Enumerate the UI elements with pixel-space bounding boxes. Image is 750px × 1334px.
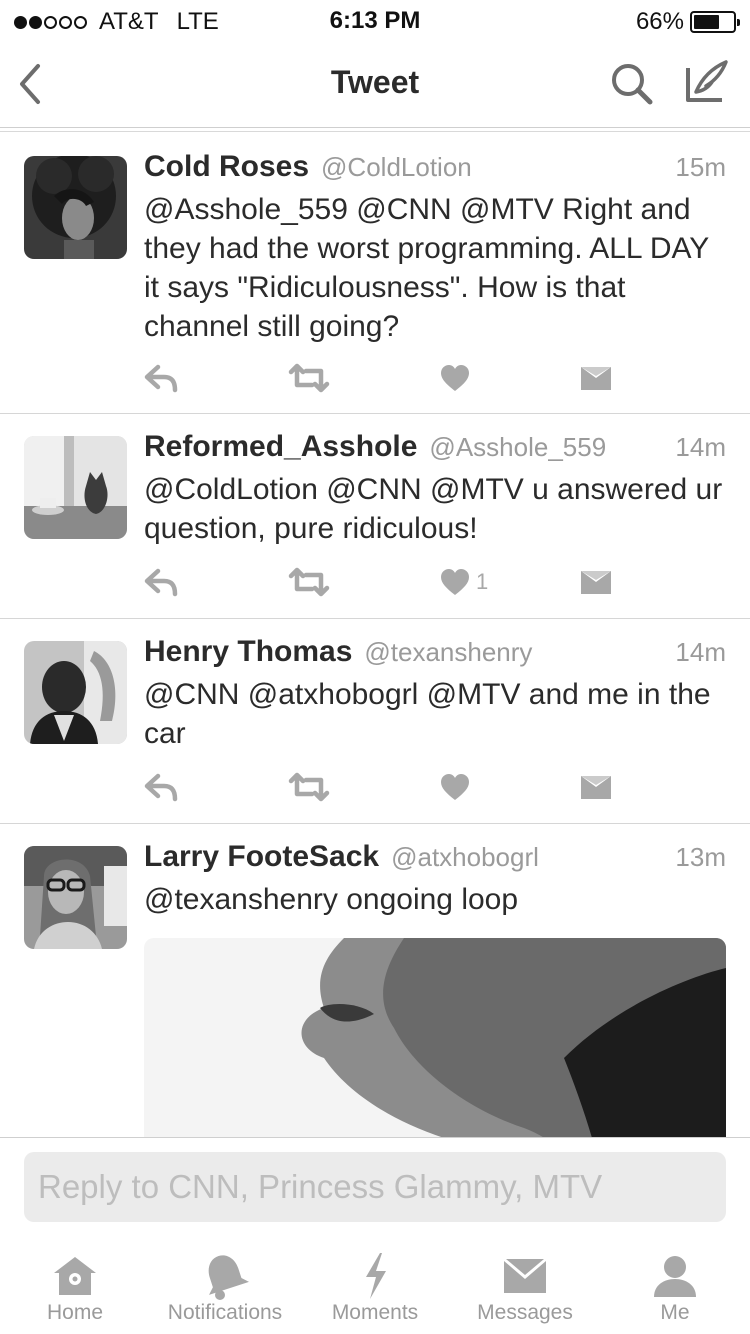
avatar[interactable] [24,846,127,949]
direct-message-button[interactable] [580,358,612,398]
tweet-media-image[interactable] [144,938,726,1138]
back-chevron-icon [20,64,40,104]
tweet-header: Henry Thomas @texanshenry 14m [144,635,726,675]
tweet-actions [144,767,624,807]
tweet-time: 15m [675,152,726,182]
person-icon [654,1256,696,1297]
user-name[interactable]: Reformed_Asshole [144,430,417,464]
envelope-icon [581,776,611,799]
reply-button[interactable] [144,562,178,602]
search-icon [612,64,653,105]
retweet-icon [288,363,330,393]
like-button[interactable] [440,358,476,398]
tab-label: Me [660,1301,690,1324]
heart-icon [441,774,469,800]
battery-icon [690,11,740,33]
tweet-header: Larry FooteSack @atxhobogrl 13m [144,840,726,880]
tweet-body: Cold Roses @ColdLotion 15m @Asshole_559 … [144,150,726,346]
tweet-body: Henry Thomas @texanshenry 14m @CNN @atxh… [144,635,726,753]
status-right: 66% [635,8,740,36]
envelope-icon [504,1259,546,1293]
user-name[interactable]: Cold Roses [144,150,309,184]
tweet-body: Larry FooteSack @atxhobogrl 13m @texansh… [144,840,726,919]
tweet-header: Cold Roses @ColdLotion 15m [144,150,726,190]
compose-icon [686,60,728,102]
search-button[interactable] [608,60,656,108]
user-handle[interactable]: @texanshenry [364,637,532,668]
tweet-time: 13m [675,842,726,872]
tweet-text: @CNN @atxhobogrl @MTV and me in the car [144,678,711,750]
reply-button[interactable] [144,358,178,398]
retweet-button[interactable] [288,767,330,807]
tab-moments[interactable]: Moments [322,1241,428,1334]
tweet-body: Reformed_Asshole @Asshole_559 14m @ColdL… [144,430,726,548]
tab-me[interactable]: Me [640,1241,710,1334]
user-handle[interactable]: @ColdLotion [321,152,472,183]
direct-message-button[interactable] [580,562,612,602]
reply-icon [144,773,178,802]
battery-percent: 66% [635,8,684,35]
avatar[interactable] [24,641,127,744]
like-button[interactable] [440,767,476,807]
tweet[interactable]: Larry FooteSack @atxhobogrl 13m @texansh… [0,824,750,1138]
tweet-time: 14m [675,432,726,462]
lightning-icon [366,1253,386,1299]
tab-home[interactable]: Home [36,1241,114,1334]
envelope-icon [581,367,611,390]
user-name[interactable]: Larry FooteSack [144,840,379,874]
conversation-timeline[interactable]: Cold Roses @ColdLotion 15m @Asshole_559 … [0,134,750,1138]
tab-label: Messages [477,1301,573,1324]
retweet-icon [288,772,330,802]
reply-icon [144,364,178,393]
like-count: 1 [476,569,489,594]
heart-icon [441,365,469,391]
reply-button[interactable] [144,767,178,807]
retweet-button[interactable] [288,562,330,602]
heart-icon [441,569,469,595]
user-handle[interactable]: @atxhobogrl [391,842,539,873]
tweet[interactable]: Cold Roses @ColdLotion 15m @Asshole_559 … [0,134,750,414]
bell-icon [208,1255,249,1300]
tweet-actions [144,358,624,398]
avatar[interactable] [24,156,127,259]
tweet[interactable]: Henry Thomas @texanshenry 14m @CNN @atxh… [0,619,750,824]
envelope-icon [581,571,611,594]
compose-button[interactable] [682,58,730,106]
status-bar: AT&T LTE 6:13 PM 66% [0,0,750,40]
tweet-text: @Asshole_559 @CNN @MTV Right and they ha… [144,193,709,343]
like-button[interactable]: 1 [440,562,488,602]
nav-bar: Tweet [0,40,750,132]
tab-bar: Home Notifications Moments Messages Me [0,1241,750,1334]
tweet-header: Reformed_Asshole @Asshole_559 14m [144,430,726,470]
tab-messages[interactable]: Messages [468,1241,582,1334]
tweet-text: @ColdLotion @CNN @MTV u answered ur ques… [144,473,723,545]
tab-label: Home [46,1301,104,1324]
tab-notifications[interactable]: Notifications [155,1241,295,1334]
tweet-actions: 1 [144,562,624,602]
tweet-time: 14m [675,637,726,667]
tweet[interactable]: Reformed_Asshole @Asshole_559 14m @ColdL… [0,414,750,619]
user-handle[interactable]: @Asshole_559 [429,432,606,463]
user-name[interactable]: Henry Thomas [144,635,352,669]
direct-message-button[interactable] [580,767,612,807]
home-icon [54,1257,96,1295]
avatar[interactable] [24,436,127,539]
reply-icon [144,568,178,597]
tab-label: Notifications [167,1301,283,1324]
retweet-icon [288,567,330,597]
reply-input[interactable] [24,1152,726,1222]
back-button[interactable] [14,62,54,106]
tweet-text: @texanshenry ongoing loop [144,883,519,916]
reply-bar [0,1137,750,1241]
retweet-button[interactable] [288,358,330,398]
tab-label: Moments [331,1301,419,1324]
